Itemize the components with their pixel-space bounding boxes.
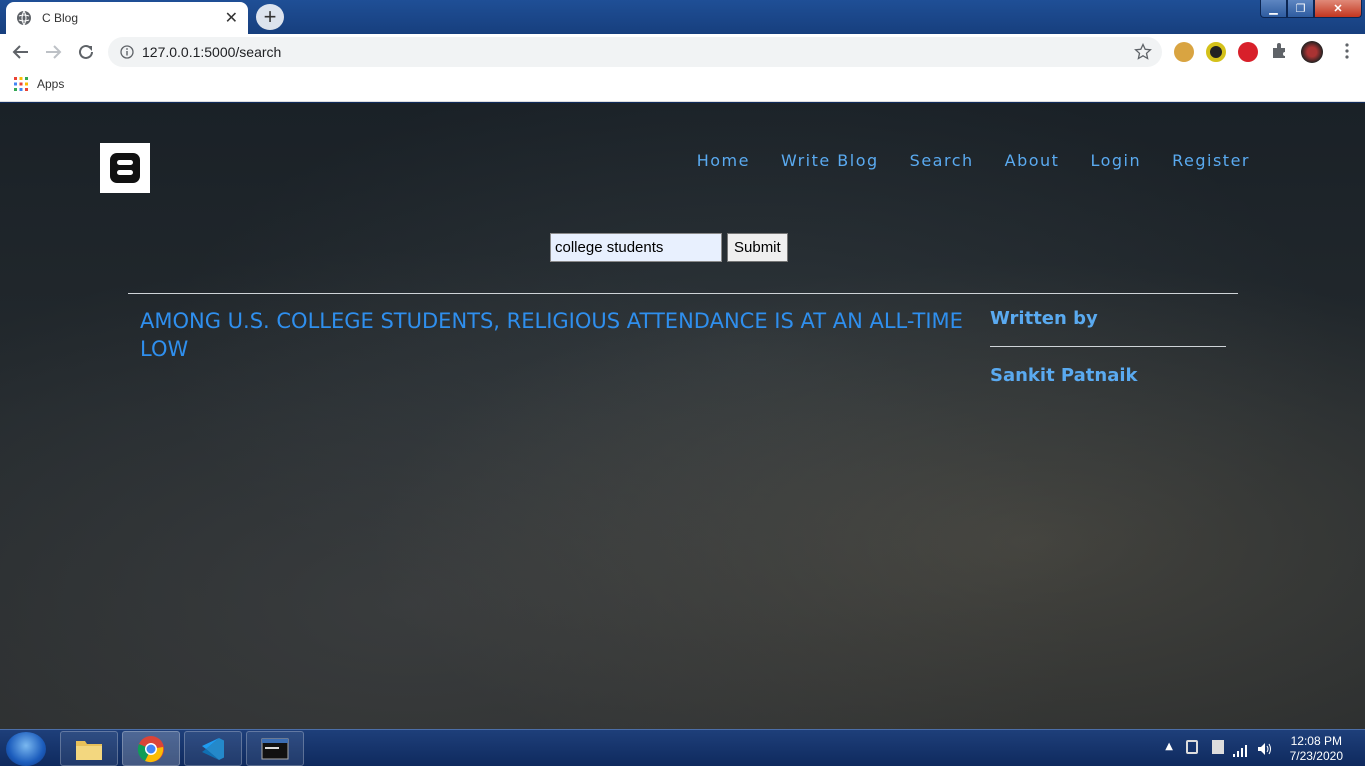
nav-home[interactable]: Home — [697, 151, 750, 170]
nav-write-blog[interactable]: Write Blog — [781, 151, 879, 170]
extension-owl-icon[interactable] — [1174, 42, 1194, 62]
nav-search[interactable]: Search — [910, 151, 974, 170]
new-tab-button[interactable]: + — [256, 4, 284, 30]
taskbar: ▲ 12:08 PM 7/23/2020 — [0, 729, 1365, 766]
tab-title: C Blog — [42, 11, 79, 25]
network-signal-icon[interactable] — [1233, 742, 1247, 761]
taskbar-explorer[interactable] — [60, 731, 118, 766]
nav-about[interactable]: About — [1005, 151, 1060, 170]
browser-menu-icon[interactable] — [1338, 42, 1358, 62]
start-button[interactable] — [6, 732, 46, 766]
nav-login[interactable]: Login — [1090, 151, 1141, 170]
search-input[interactable] — [550, 233, 722, 262]
result-author[interactable]: Sankit Patnaik — [990, 365, 1138, 386]
reload-icon[interactable] — [74, 40, 98, 64]
volume-icon[interactable] — [1257, 741, 1273, 760]
info-icon[interactable] — [120, 45, 134, 59]
author-divider — [990, 346, 1226, 347]
window-minimize-button[interactable]: ▁ — [1260, 0, 1287, 18]
taskbar-mysql-console[interactable] — [246, 731, 304, 766]
bookmark-star-icon[interactable] — [1134, 43, 1152, 61]
address-bar[interactable]: 127.0.0.1:5000/search — [108, 37, 1162, 67]
extension-target-icon[interactable] — [1206, 42, 1226, 62]
nav-register[interactable]: Register — [1172, 151, 1250, 170]
network-device-icon[interactable] — [1186, 740, 1198, 754]
forward-icon[interactable] — [41, 40, 65, 64]
vscode-icon — [202, 737, 224, 760]
browser-tab[interactable]: C Blog ✕ — [6, 2, 248, 34]
search-form: Submit — [550, 233, 788, 262]
clock-time: 12:08 PM — [1290, 734, 1342, 748]
result-post-title[interactable]: AMONG U.S. COLLEGE STUDENTS, RELIGIOUS A… — [140, 307, 970, 363]
site-logo[interactable] — [100, 143, 150, 193]
bookmarks-bar: Apps — [0, 70, 1365, 102]
folder-icon — [76, 740, 102, 760]
globe-icon — [17, 10, 31, 26]
extensions-puzzle-icon[interactable] — [1270, 42, 1290, 62]
taskbar-vscode[interactable] — [184, 731, 242, 766]
tab-close-icon[interactable]: ✕ — [225, 8, 238, 28]
mysql-console-icon — [261, 738, 289, 759]
apps-label: Apps — [37, 77, 65, 91]
browser-toolbar: 127.0.0.1:5000/search — [0, 34, 1365, 70]
written-by-label: Written by — [990, 308, 1098, 329]
taskbar-chrome[interactable] — [122, 731, 180, 766]
profile-avatar[interactable] — [1301, 41, 1323, 63]
window-close-button[interactable]: ✕ — [1314, 0, 1362, 18]
blog-page: Home Write Blog Search About Login Regis… — [0, 103, 1365, 729]
browser-titlebar: C Blog ✕ + ▁ ❐ ✕ — [0, 0, 1365, 34]
taskbar-clock[interactable]: 12:08 PM 7/23/2020 — [1290, 734, 1343, 764]
clock-date: 7/23/2020 — [1289, 749, 1343, 763]
extension-opera-icon[interactable] — [1238, 42, 1258, 62]
submit-button[interactable]: Submit — [727, 233, 788, 262]
apps-grid-icon — [14, 77, 28, 91]
url-text: 127.0.0.1:5000/search — [142, 44, 282, 60]
tray-expand-icon[interactable]: ▲ — [1165, 741, 1173, 752]
action-center-flag-icon[interactable] — [1212, 740, 1224, 754]
apps-shortcut[interactable]: Apps — [14, 77, 64, 91]
back-icon[interactable] — [9, 40, 33, 64]
blogger-logo-icon — [110, 153, 140, 183]
results-divider — [128, 293, 1238, 294]
main-nav: Home Write Blog Search About Login Regis… — [666, 151, 1250, 170]
window-maximize-button[interactable]: ❐ — [1287, 0, 1314, 18]
chrome-icon — [137, 735, 164, 762]
